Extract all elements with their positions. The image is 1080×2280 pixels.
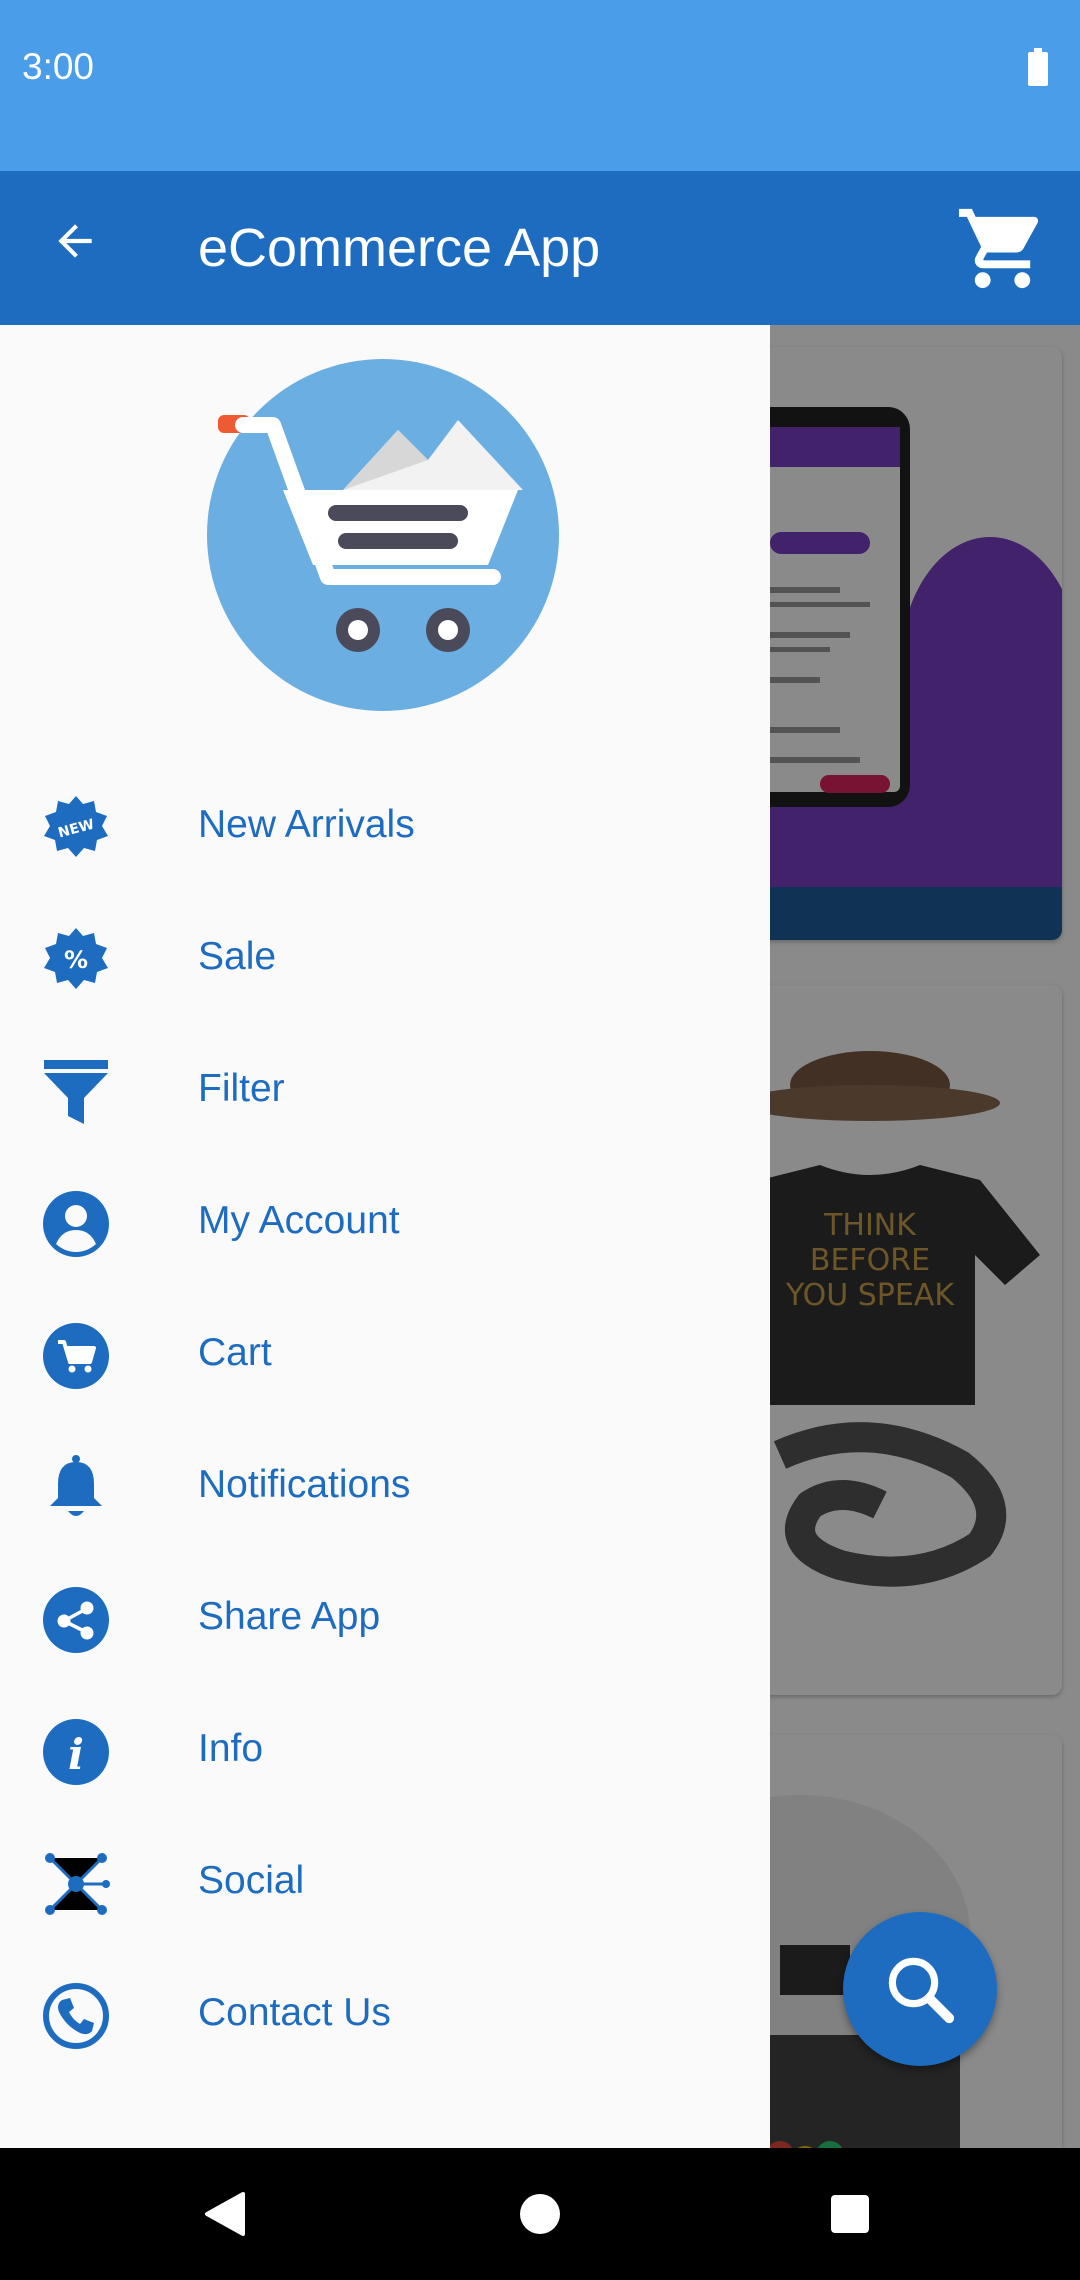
- social-icon: [45, 1853, 110, 1915]
- menu-label-sale: Sale: [198, 935, 277, 978]
- search-fab-button[interactable]: [843, 1912, 997, 2066]
- menu-item-share-app[interactable]: Share App: [0, 1553, 770, 1685]
- menu-item-sale[interactable]: % Sale: [0, 893, 770, 1025]
- nav-back-button[interactable]: [189, 2178, 261, 2250]
- drawer-menu: NEW New Arrivals % Sale Filter My Accoun…: [0, 761, 770, 2081]
- app-bar: eCommerce App: [0, 171, 1080, 325]
- account-icon: [43, 1191, 109, 1257]
- arrow-left-icon: [58, 224, 92, 258]
- nav-home-button[interactable]: [504, 2178, 576, 2250]
- menu-label-notifications: Notifications: [198, 1463, 411, 1506]
- bell-icon: [50, 1455, 102, 1516]
- square-recents-icon: [831, 2195, 869, 2233]
- menu-item-filter[interactable]: Filter: [0, 1025, 770, 1157]
- app-title: eCommerce App: [198, 218, 601, 278]
- menu-label-cart: Cart: [198, 1331, 272, 1374]
- new-badge-icon: NEW: [44, 796, 108, 857]
- menu-item-cart[interactable]: Cart: [0, 1289, 770, 1421]
- filter-icon: [44, 1060, 108, 1124]
- menu-item-notifications[interactable]: Notifications: [0, 1421, 770, 1553]
- status-time: 3:00: [22, 46, 95, 87]
- cart-button[interactable]: [955, 201, 1050, 296]
- menu-item-contact-us[interactable]: Contact Us: [0, 1949, 770, 2081]
- percent-badge-icon: %: [44, 928, 108, 989]
- triangle-back-icon: [205, 2192, 245, 2236]
- back-button[interactable]: [40, 206, 110, 276]
- svg-text:i: i: [68, 1730, 84, 1779]
- navigation-drawer: NEW New Arrivals % Sale Filter My Accoun…: [0, 325, 770, 2148]
- battery-icon: [1028, 48, 1048, 86]
- svg-text:%: %: [64, 946, 88, 974]
- menu-label-new-arrivals: New Arrivals: [198, 803, 415, 846]
- menu-label-share-app: Share App: [198, 1595, 381, 1638]
- system-nav-bar: [0, 2148, 1080, 2280]
- menu-item-new-arrivals[interactable]: NEW New Arrivals: [0, 761, 770, 893]
- search-icon: [888, 1957, 955, 2024]
- menu-label-filter: Filter: [198, 1067, 285, 1110]
- menu-item-my-account[interactable]: My Account: [0, 1157, 770, 1289]
- menu-label-social: Social: [198, 1859, 305, 1902]
- menu-item-info[interactable]: i Info: [0, 1685, 770, 1817]
- status-bar: 3:00: [0, 0, 1080, 171]
- info-icon: i: [43, 1719, 109, 1785]
- menu-label-contact-us: Contact Us: [198, 1991, 391, 2034]
- cart-icon: [43, 1323, 109, 1389]
- menu-item-social[interactable]: Social: [0, 1817, 770, 1949]
- circle-home-icon: [520, 2194, 560, 2234]
- phone-icon: [43, 1983, 109, 2049]
- shopping-cart-logo: [207, 359, 559, 711]
- nav-recents-button[interactable]: [814, 2178, 886, 2250]
- menu-label-my-account: My Account: [198, 1199, 400, 1242]
- menu-label-info: Info: [198, 1727, 264, 1770]
- share-icon: [43, 1587, 109, 1653]
